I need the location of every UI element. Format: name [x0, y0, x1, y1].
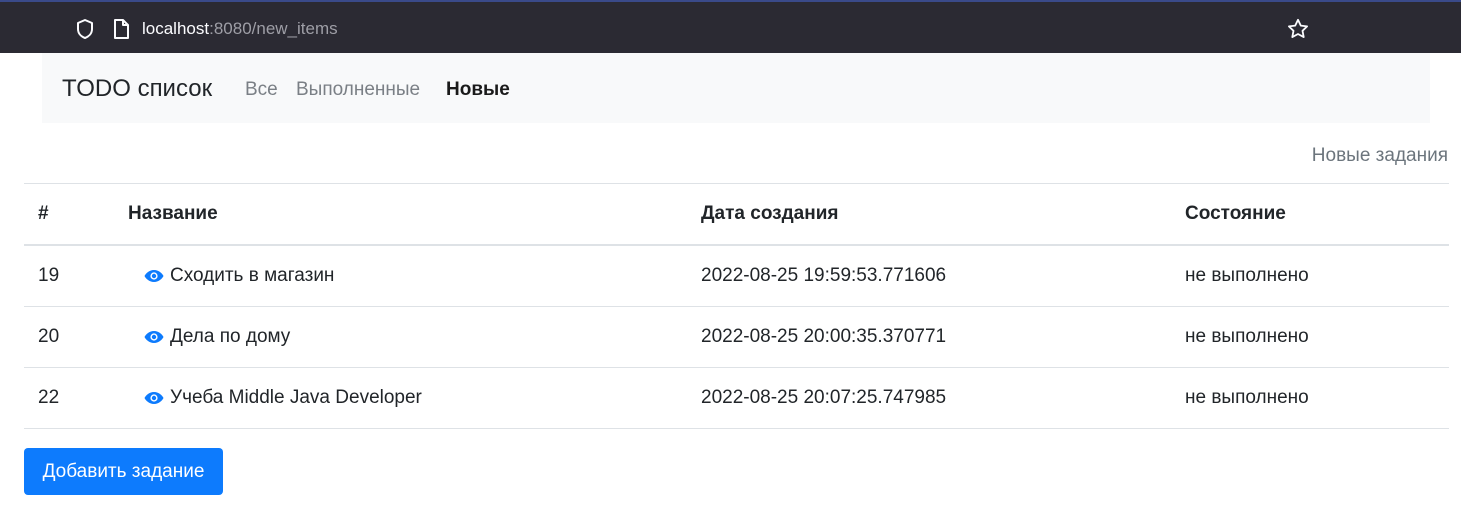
- row-num: 22: [38, 387, 60, 408]
- row-state: не выполнено: [1185, 387, 1309, 408]
- eye-icon[interactable]: [144, 391, 164, 405]
- row-name[interactable]: Дела по дому: [144, 307, 290, 367]
- header-date: Дата создания: [701, 203, 839, 224]
- nav-link-completed[interactable]: Выполненные: [296, 53, 420, 123]
- row-name-text: Сходить в магазин: [170, 265, 335, 286]
- header-name: Название: [128, 203, 218, 224]
- navbar-brand[interactable]: TODO список: [62, 53, 212, 123]
- row-name-text: Учеба Middle Java Developer: [170, 387, 422, 408]
- row-num: 20: [38, 326, 60, 347]
- row-name-text: Дела по дому: [170, 326, 291, 347]
- row-name[interactable]: Учеба Middle Java Developer: [144, 368, 422, 428]
- table-caption: Новые задания: [1311, 145, 1448, 166]
- page-icon[interactable]: [112, 18, 130, 40]
- table-row: 20 Дела по дому 2022-08-25 20:00:35.3707…: [24, 307, 1449, 368]
- nav-link-all[interactable]: Все: [245, 53, 278, 123]
- row-num: 19: [38, 265, 60, 286]
- row-state: не выполнено: [1185, 326, 1309, 347]
- shield-icon[interactable]: [75, 18, 95, 40]
- row-state: не выполнено: [1185, 265, 1309, 286]
- nav-link-new[interactable]: Новые: [446, 53, 510, 123]
- url-host: localhost: [142, 19, 210, 38]
- row-date: 2022-08-25 20:00:35.370771: [701, 326, 947, 347]
- browser-toolbar: localhost:8080/new_items: [0, 0, 1461, 53]
- header-num: #: [38, 203, 49, 224]
- eye-icon[interactable]: [144, 269, 164, 283]
- eye-icon[interactable]: [144, 330, 164, 344]
- table-row: 22 Учеба Middle Java Developer 2022-08-2…: [24, 368, 1449, 429]
- row-date: 2022-08-25 19:59:53.771606: [701, 265, 947, 286]
- add-task-button[interactable]: Добавить задание: [24, 448, 223, 495]
- navbar: TODO список Все Выполненные Новые: [42, 53, 1430, 123]
- table-header-row: # Название Дата создания Состояние: [24, 184, 1449, 246]
- bookmark-star-icon[interactable]: [1286, 17, 1310, 41]
- address-bar[interactable]: localhost:8080/new_items: [142, 18, 338, 40]
- row-name[interactable]: Сходить в магазин: [144, 246, 334, 306]
- row-date: 2022-08-25 20:07:25.747985: [701, 387, 947, 408]
- url-path: :8080/new_items: [209, 19, 338, 38]
- tasks-table: # Название Дата создания Состояние 19 Сх…: [24, 183, 1449, 429]
- table-row: 19 Сходить в магазин 2022-08-25 19:59:53…: [24, 246, 1449, 307]
- header-state: Состояние: [1185, 203, 1286, 224]
